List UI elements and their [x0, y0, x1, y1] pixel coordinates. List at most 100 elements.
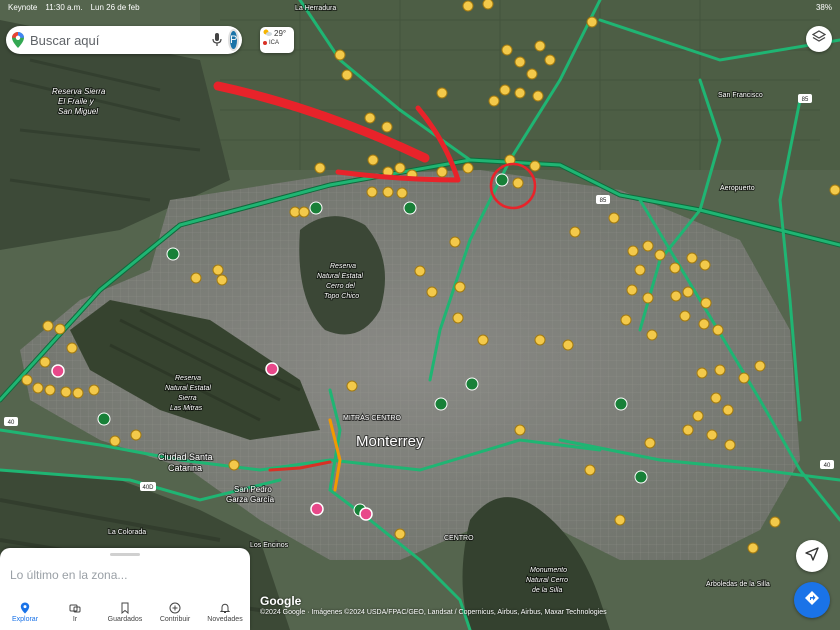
poi-dot	[670, 290, 682, 302]
poi-dot	[654, 249, 666, 261]
poi-dot	[692, 410, 704, 422]
nav-label: Ir	[72, 615, 78, 623]
layers-icon	[811, 29, 827, 49]
area-label: de la Silla	[532, 587, 562, 594]
nav-go[interactable]: Ir	[50, 594, 100, 630]
location-pin-icon	[20, 602, 30, 613]
status-date: Lun 26 de feb	[90, 2, 140, 12]
poi-dot	[72, 387, 84, 399]
area-label: Sierra	[178, 395, 197, 402]
nav-contribute[interactable]: Contribuir	[150, 594, 200, 630]
area-label: Arboledas de la Silla	[706, 581, 770, 588]
poi-dot	[829, 184, 840, 196]
nav-label: Contribuir	[159, 615, 191, 623]
pink-pin	[310, 502, 324, 516]
poi-dot	[738, 372, 750, 384]
poi-dot	[532, 90, 544, 102]
poi-dot	[66, 342, 78, 354]
nav-explore[interactable]: Explorar	[0, 594, 50, 630]
add-circle-icon	[169, 602, 181, 613]
poi-dot	[364, 112, 376, 124]
poi-dot	[54, 323, 66, 335]
poi-dot	[642, 292, 654, 304]
poi-dot	[334, 49, 346, 61]
highway-shield-label: 40	[824, 463, 831, 469]
poi-dot	[394, 162, 406, 174]
poi-dot	[341, 69, 353, 81]
green-pin	[434, 397, 448, 411]
area-label: Monumento	[530, 567, 567, 574]
poi-dot	[644, 437, 656, 449]
poi-dot	[514, 87, 526, 99]
satellite-map[interactable]: 85 40D 40 85 40 Monterrey MITRAS CENTRO …	[0, 0, 840, 630]
poi-dot	[109, 435, 121, 447]
poi-dot	[514, 424, 526, 436]
bookmark-icon	[121, 602, 129, 614]
area-label: San Pedro	[234, 485, 272, 494]
commute-icon	[69, 604, 81, 612]
poi-dot	[212, 264, 224, 276]
poi-dot	[512, 177, 524, 189]
weather-chip[interactable]: 29° ICA	[260, 27, 294, 53]
directions-icon	[804, 590, 820, 611]
green-pin	[634, 470, 648, 484]
poi-dot	[544, 54, 556, 66]
area-label: Topo Chico	[324, 293, 359, 300]
search-bar[interactable]: P	[6, 26, 242, 54]
air-quality-label: ICA	[269, 40, 280, 46]
poi-dot	[426, 286, 438, 298]
poi-dot	[686, 252, 698, 264]
poi-dot	[501, 44, 513, 56]
poi-dot	[710, 392, 722, 404]
directions-button[interactable]	[794, 582, 830, 618]
poi-dot	[462, 162, 474, 174]
pink-pin	[359, 507, 373, 521]
area-label: Aeropuerto	[720, 185, 755, 192]
area-label: Reserva	[330, 263, 356, 270]
nearby-heading[interactable]: Lo último en la zona...	[0, 556, 250, 582]
poi-dot	[382, 186, 394, 198]
search-input[interactable]	[30, 32, 206, 48]
area-label: Reserva Sierra	[52, 87, 106, 96]
poi-dot	[714, 364, 726, 376]
poi-dot	[452, 312, 464, 324]
area-label: La Colorada	[108, 529, 146, 536]
layers-button[interactable]	[806, 26, 832, 52]
poi-dot	[642, 240, 654, 252]
mic-icon[interactable]	[212, 32, 222, 48]
green-pin	[403, 201, 417, 215]
green-pin	[166, 247, 180, 261]
sun-cloud-icon	[263, 29, 272, 38]
area-label: Reserva	[175, 375, 201, 382]
weather-temperature: 29°	[274, 29, 287, 38]
poi-dot	[314, 162, 326, 174]
area-label: CENTRO	[444, 535, 474, 542]
bottom-sheet[interactable]: Lo último en la zona... Explorar Ir Guar…	[0, 548, 250, 630]
poi-dot	[449, 236, 461, 248]
nav-saved[interactable]: Guardados	[100, 594, 150, 630]
highway-shield-label: 85	[802, 97, 809, 103]
area-label: Las Mitras	[170, 405, 203, 412]
poi-dot	[698, 318, 710, 330]
poi-dot	[534, 40, 546, 52]
poi-dot	[499, 84, 511, 96]
poi-dot	[436, 166, 448, 178]
poi-dot	[626, 284, 638, 296]
avatar[interactable]: P	[228, 29, 240, 51]
poi-dot	[682, 424, 694, 436]
area-label: Natural Estatal	[165, 385, 211, 392]
poi-dot	[488, 95, 500, 107]
poi-dot	[754, 360, 766, 372]
map-attribution[interactable]: ©2024 Google · Imágenes ©2024 USDA/FPAC/…	[260, 609, 607, 616]
nav-updates[interactable]: Novedades	[200, 594, 250, 630]
my-location-button[interactable]	[796, 540, 828, 572]
battery-level: 38%	[815, 2, 832, 12]
area-label: MITRAS CENTRO	[343, 415, 402, 422]
poi-dot	[627, 245, 639, 257]
city-label-monterrey: Monterrey	[356, 433, 424, 450]
pink-pin	[265, 362, 279, 376]
poi-dot	[679, 310, 691, 322]
highway-shield-label: 40D	[142, 485, 154, 491]
poi-dot	[534, 334, 546, 346]
pink-pin	[51, 364, 65, 378]
